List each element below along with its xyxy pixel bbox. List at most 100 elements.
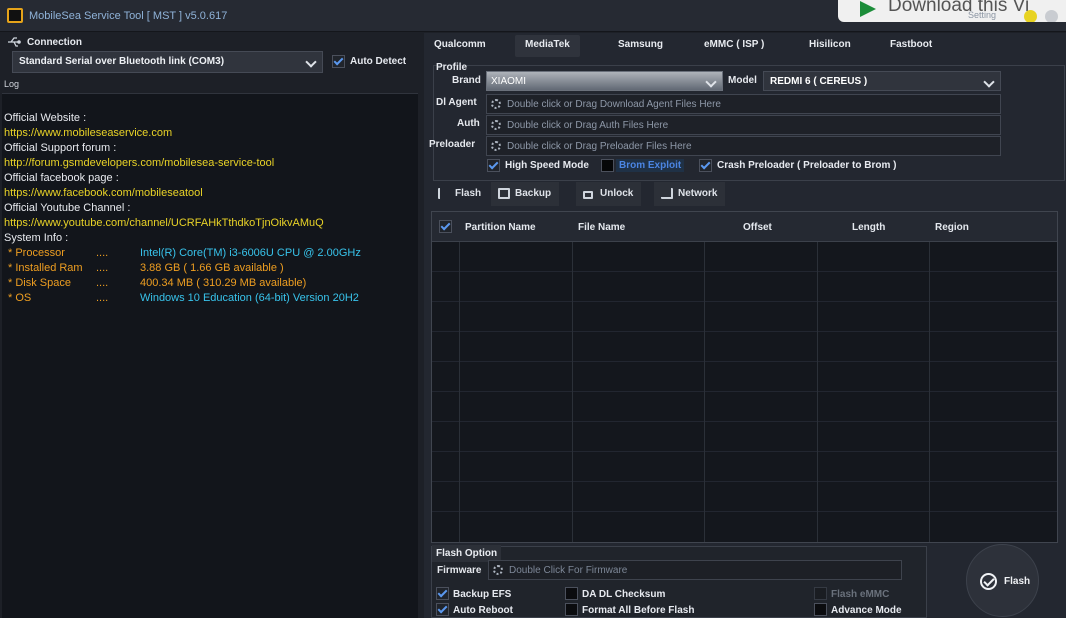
system-info-value: 400.34 MB ( 310.29 MB available)	[140, 277, 307, 289]
auto-reboot-checkbox[interactable]	[436, 603, 449, 616]
check-icon	[333, 55, 344, 66]
system-info-value: Windows 10 Education (64-bit) Version 20…	[140, 292, 359, 304]
app-logo-icon	[7, 8, 23, 23]
tab-qualcomm[interactable]: Qualcomm	[424, 35, 496, 57]
tab-backup[interactable]: Backup	[491, 182, 560, 206]
close-dot[interactable]	[1045, 10, 1058, 22]
firmware-placeholder: Double Click For Firmware	[509, 565, 628, 576]
brom-exploit-label: Brom Exploit	[616, 159, 685, 172]
dl-agent-input[interactable]: Double click or Drag Download Agent File…	[486, 94, 1001, 114]
auth-placeholder: Double click or Drag Auth Files Here	[507, 120, 669, 131]
left-panel: Connection Standard Serial over Bluetoot…	[0, 33, 420, 618]
preloader-placeholder: Double click or Drag Preloader Files Her…	[507, 141, 692, 152]
chevron-down-icon	[705, 76, 717, 88]
gear-icon	[491, 141, 501, 151]
log-line: System Info :	[4, 232, 69, 244]
tab-mediatek[interactable]: MediaTek	[515, 35, 580, 57]
dl-agent-placeholder: Double click or Drag Download Agent File…	[507, 99, 721, 110]
log-line: Official Youtube Channel :	[4, 202, 131, 214]
log-link[interactable]: https://www.mobileseaservice.com	[4, 127, 172, 139]
check-icon	[437, 603, 448, 614]
system-info-dots: ....	[96, 247, 109, 259]
tab-fastboot[interactable]: Fastboot	[880, 35, 942, 57]
connection-port-select[interactable]: Standard Serial over Bluetooth link (COM…	[12, 51, 323, 73]
usb-icon	[8, 37, 21, 47]
column-partition-name[interactable]: Partition Name	[465, 222, 536, 233]
firmware-input[interactable]: Double Click For Firmware	[488, 560, 902, 580]
setting-label[interactable]: Setting	[968, 10, 996, 20]
log-line: Official Website :	[4, 112, 87, 124]
tab-hisilicon[interactable]: Hisilicon	[799, 35, 861, 57]
flag-icon	[438, 188, 446, 199]
auth-label: Auth	[457, 118, 480, 129]
brand-select[interactable]: XIAOMI	[486, 71, 723, 91]
play-icon	[860, 1, 876, 17]
column-offset[interactable]: Offset	[743, 222, 772, 233]
log-link[interactable]: http://forum.gsmdevelopers.com/mobilesea…	[4, 157, 274, 169]
advance-mode-label: Advance Mode	[831, 605, 902, 616]
model-select[interactable]: REDMI 6 ( CEREUS )	[763, 71, 1001, 91]
right-panel: Qualcomm MediaTek Samsung eMMC ( ISP ) H…	[424, 33, 1066, 618]
grid-row-line	[432, 451, 1057, 452]
flash-option-box: Flash Option Firmware Double Click For F…	[431, 545, 927, 618]
tab-network[interactable]: Network	[654, 182, 726, 206]
auto-detect-label: Auto Detect	[350, 56, 407, 67]
grid-col-line	[929, 212, 930, 542]
auto-detect-checkbox[interactable]	[332, 55, 345, 68]
select-all-checkbox[interactable]	[439, 220, 452, 233]
partition-table[interactable]: Partition Name File Name Offset Length R…	[431, 211, 1058, 543]
system-info-dots: ....	[96, 292, 109, 304]
tab-samsung[interactable]: Samsung	[608, 35, 673, 57]
app-title: MobileSea Service Tool [ MST ] v5.0.617	[29, 10, 228, 22]
column-region[interactable]: Region	[935, 222, 969, 233]
gear-icon	[491, 99, 501, 109]
backup-efs-checkbox[interactable]	[436, 587, 449, 600]
grid-row-line	[432, 421, 1057, 422]
flash-emmc-checkbox[interactable]	[814, 587, 827, 600]
system-info-label: * OS	[8, 292, 32, 304]
format-all-checkbox[interactable]	[565, 603, 578, 616]
tab-flash-label: Flash	[455, 188, 482, 199]
tab-emmc-isp[interactable]: eMMC ( ISP )	[694, 35, 774, 57]
minimize-dot[interactable]	[1024, 10, 1037, 22]
tab-unlock[interactable]: Unlock	[576, 182, 642, 206]
grid-col-line	[704, 212, 705, 542]
system-info-label: * Processor	[8, 247, 65, 259]
system-info-dots: ....	[96, 262, 109, 274]
da-dl-checksum-checkbox[interactable]	[565, 587, 578, 600]
tab-flash[interactable]: Flash	[431, 182, 489, 206]
flash-button[interactable]: Flash	[966, 544, 1039, 617]
operation-tabs: Flash Backup Unlock Network	[431, 181, 1062, 209]
preloader-input[interactable]: Double click or Drag Preloader Files Her…	[486, 136, 1001, 156]
system-info-dots: ....	[96, 277, 109, 289]
log-link[interactable]: https://www.youtube.com/channel/UCRFAHkT…	[4, 217, 324, 229]
preloader-label: Preloader	[429, 139, 476, 150]
grid-row-line	[432, 511, 1057, 512]
brom-exploit-checkbox[interactable]	[601, 159, 614, 172]
grid-row-line	[432, 271, 1057, 272]
check-circle-icon	[980, 573, 997, 590]
banner-text: Download this Vi	[888, 0, 1030, 16]
grid-col-line	[572, 212, 573, 542]
high-speed-mode-checkbox[interactable]	[487, 159, 500, 172]
log-area[interactable]: Official Website : https://www.mobilesea…	[2, 93, 418, 618]
model-value: REDMI 6 ( CEREUS )	[770, 76, 868, 87]
flash-emmc-label: Flash eMMC	[831, 589, 890, 600]
grid-row-line	[432, 301, 1057, 302]
log-header: Log	[4, 79, 20, 89]
grid-col-line	[459, 212, 460, 542]
dl-agent-label: Dl Agent	[436, 97, 477, 108]
advance-mode-checkbox[interactable]	[814, 603, 827, 616]
crash-preloader-checkbox[interactable]	[699, 159, 712, 172]
column-file-name[interactable]: File Name	[578, 222, 625, 233]
tab-network-label: Network	[678, 188, 718, 199]
log-link[interactable]: https://www.facebook.com/mobileseatool	[4, 187, 203, 199]
grid-row-line	[432, 331, 1057, 332]
download-video-banner[interactable]: Download this Vi Setting	[838, 0, 1066, 22]
connection-port-value: Standard Serial over Bluetooth link (COM…	[19, 56, 225, 67]
auth-input[interactable]: Double click or Drag Auth Files Here	[486, 115, 1001, 135]
chevron-down-icon	[983, 76, 995, 88]
system-info-value: Intel(R) Core(TM) i3-6006U CPU @ 2.00GHz	[140, 247, 361, 259]
grid-col-line	[817, 212, 818, 542]
column-length[interactable]: Length	[852, 222, 885, 233]
